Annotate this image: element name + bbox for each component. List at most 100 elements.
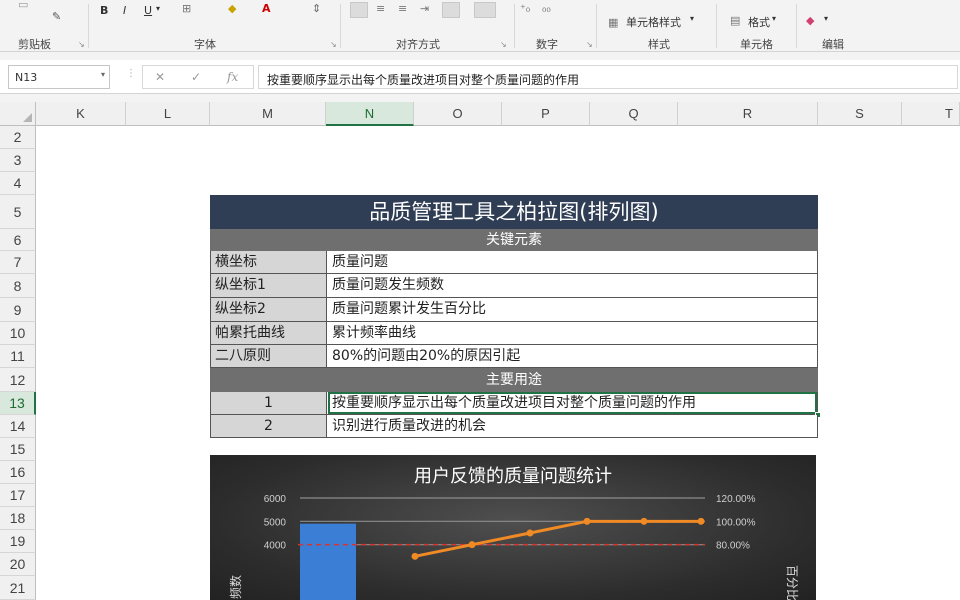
column-header[interactable]: P — [502, 102, 590, 126]
table-row[interactable]: 纵坐标1 质量问题发生频数 — [210, 274, 818, 298]
row-header[interactable]: 6 — [0, 229, 36, 251]
select-all-icon — [23, 113, 32, 122]
chevron-down-icon[interactable]: ▾ — [156, 4, 160, 13]
underline-button[interactable]: U — [144, 4, 152, 17]
element-value: 质量问题 — [332, 254, 388, 270]
table-row[interactable]: 1 按重要顺序显示出每个质量改进项目对整个质量问题的作用 — [210, 392, 821, 418]
row-header-selected[interactable]: 13 — [0, 392, 36, 415]
align-top-icon[interactable] — [350, 2, 368, 18]
row-header[interactable]: 7 — [0, 251, 36, 274]
grip-icon: ⋮ — [126, 68, 136, 79]
launcher-icon[interactable]: ↘ — [330, 40, 337, 49]
name-box[interactable]: N13 ▾ — [8, 65, 110, 89]
cell-style-icon: ▦ — [608, 16, 619, 29]
wrap-text-icon[interactable] — [442, 2, 460, 18]
brush-icon[interactable]: ✎ — [52, 10, 61, 23]
font-color-icon[interactable]: A — [262, 2, 271, 15]
align-bottom-icon[interactable]: ≡ — [398, 2, 407, 15]
row-header[interactable]: 18 — [0, 507, 36, 530]
row-header[interactable]: 9 — [0, 298, 36, 322]
row-header[interactable]: 19 — [0, 530, 36, 553]
chevron-down-icon[interactable]: ▾ — [824, 14, 828, 23]
table-row[interactable]: 二八原则 80%的问题由20%的原因引起 — [210, 345, 818, 368]
column-header[interactable]: M — [210, 102, 326, 126]
chevron-down-icon[interactable]: ▾ — [772, 14, 776, 23]
y-right-tick-label: 80.00% — [716, 541, 750, 552]
divider — [88, 4, 89, 48]
eraser-icon[interactable]: ◆ — [806, 14, 814, 27]
group-label-clipboard: 剪贴板 — [18, 38, 51, 51]
format-painter-icon[interactable]: ▭ — [18, 0, 28, 11]
launcher-icon[interactable]: ↘ — [586, 40, 593, 49]
column-header[interactable]: L — [126, 102, 210, 126]
table-row[interactable]: 横坐标 质量问题 — [210, 251, 818, 274]
row-header[interactable]: 11 — [0, 345, 36, 368]
row-header[interactable]: 14 — [0, 415, 36, 438]
table-row[interactable]: 2 识别进行质量改进的机会 — [210, 415, 818, 438]
formula-input[interactable]: 按重要顺序显示出每个质量改进项目对整个质量问题的作用 — [258, 65, 958, 89]
border-icon[interactable]: ⊞ — [182, 2, 191, 15]
column-header[interactable]: S — [818, 102, 902, 126]
merge-cells-icon[interactable] — [474, 2, 496, 18]
chart-canvas: 用户反馈的质量问题统计 6000 5000 4000 120.00% 100.00% 80.… — [228, 466, 799, 600]
column-header[interactable]: R — [678, 102, 818, 126]
launcher-icon[interactable]: ↘ — [500, 40, 507, 49]
decimal-decrease-icon[interactable]: ₀₀ — [542, 2, 551, 15]
section-header-elements[interactable]: 关键元素 — [210, 229, 818, 251]
row-header[interactable]: 20 — [0, 553, 36, 576]
row-header[interactable]: 8 — [0, 274, 36, 298]
format-icon: ▤ — [730, 14, 741, 27]
table-title[interactable]: 品质管理工具之柏拉图(排列图) — [210, 195, 818, 229]
active-cell[interactable]: 按重要顺序显示出每个质量改进项目对整个质量问题的作用 — [328, 392, 821, 418]
row-header[interactable]: 17 — [0, 484, 36, 507]
row-header[interactable]: 15 — [0, 438, 36, 461]
cancel-icon[interactable]: ✕ — [155, 70, 165, 84]
table-row[interactable]: 纵坐标2 质量问题累计发生百分比 — [210, 298, 818, 322]
align-middle-icon[interactable]: ≡ — [376, 2, 385, 15]
divider — [796, 4, 797, 48]
format-button[interactable]: 格式 — [748, 14, 770, 30]
row-header[interactable]: 3 — [0, 149, 36, 172]
row-header[interactable]: 2 — [0, 126, 36, 149]
chevron-down-icon[interactable]: ▾ — [101, 70, 105, 79]
cell-style-button[interactable]: 单元格样式 — [626, 14, 681, 30]
group-label-cells: 单元格 — [740, 38, 773, 51]
element-value: 质量问题累计发生百分比 — [332, 301, 486, 317]
fill-color-icon[interactable]: ◆ — [228, 2, 236, 15]
row-header[interactable]: 4 — [0, 172, 36, 195]
row-header[interactable]: 21 — [0, 576, 36, 600]
y-left-tick-label: 6000 — [264, 494, 287, 505]
row-header[interactable]: 16 — [0, 461, 36, 484]
table-row[interactable]: 帕累托曲线 累计频率曲线 — [210, 322, 818, 345]
y-left-tick-label: 5000 — [264, 517, 287, 528]
element-value: 质量问题发生频数 — [332, 277, 444, 293]
text-direction-icon[interactable]: ⇕ — [312, 2, 321, 15]
line-point — [468, 541, 476, 549]
insert-function-icon[interactable]: fx — [227, 70, 238, 84]
chevron-down-icon[interactable]: ▾ — [690, 14, 694, 23]
italic-button[interactable]: I — [123, 4, 126, 17]
column-header[interactable]: O — [414, 102, 502, 126]
column-header[interactable]: T — [902, 102, 960, 126]
element-key: 纵坐标1 — [211, 274, 327, 297]
row-header[interactable]: 5 — [0, 195, 36, 229]
indent-icon[interactable]: ⇥ — [420, 2, 429, 15]
y-left-axis-label: 频数 — [228, 575, 243, 599]
bold-button[interactable]: B — [100, 4, 108, 17]
decimal-icon[interactable]: ⁺₀ — [520, 2, 530, 15]
column-header[interactable]: Q — [590, 102, 678, 126]
pareto-chart[interactable]: 用户反馈的质量问题统计 6000 5000 4000 120.00% 100.00% 80.… — [210, 455, 816, 600]
section-header-uses[interactable]: 主要用途 — [210, 368, 818, 392]
enter-icon[interactable]: ✓ — [191, 70, 201, 84]
group-label-editing: 编辑 — [822, 38, 844, 51]
column-header[interactable]: K — [36, 102, 126, 126]
use-index: 2 — [211, 415, 327, 437]
select-all-corner[interactable] — [0, 102, 36, 126]
element-key: 纵坐标2 — [211, 298, 327, 321]
line-point — [697, 517, 705, 525]
element-key: 二八原则 — [211, 345, 327, 367]
row-header[interactable]: 10 — [0, 322, 36, 345]
column-header-selected[interactable]: N — [326, 102, 414, 126]
launcher-icon[interactable]: ↘ — [78, 40, 85, 49]
row-header[interactable]: 12 — [0, 368, 36, 392]
